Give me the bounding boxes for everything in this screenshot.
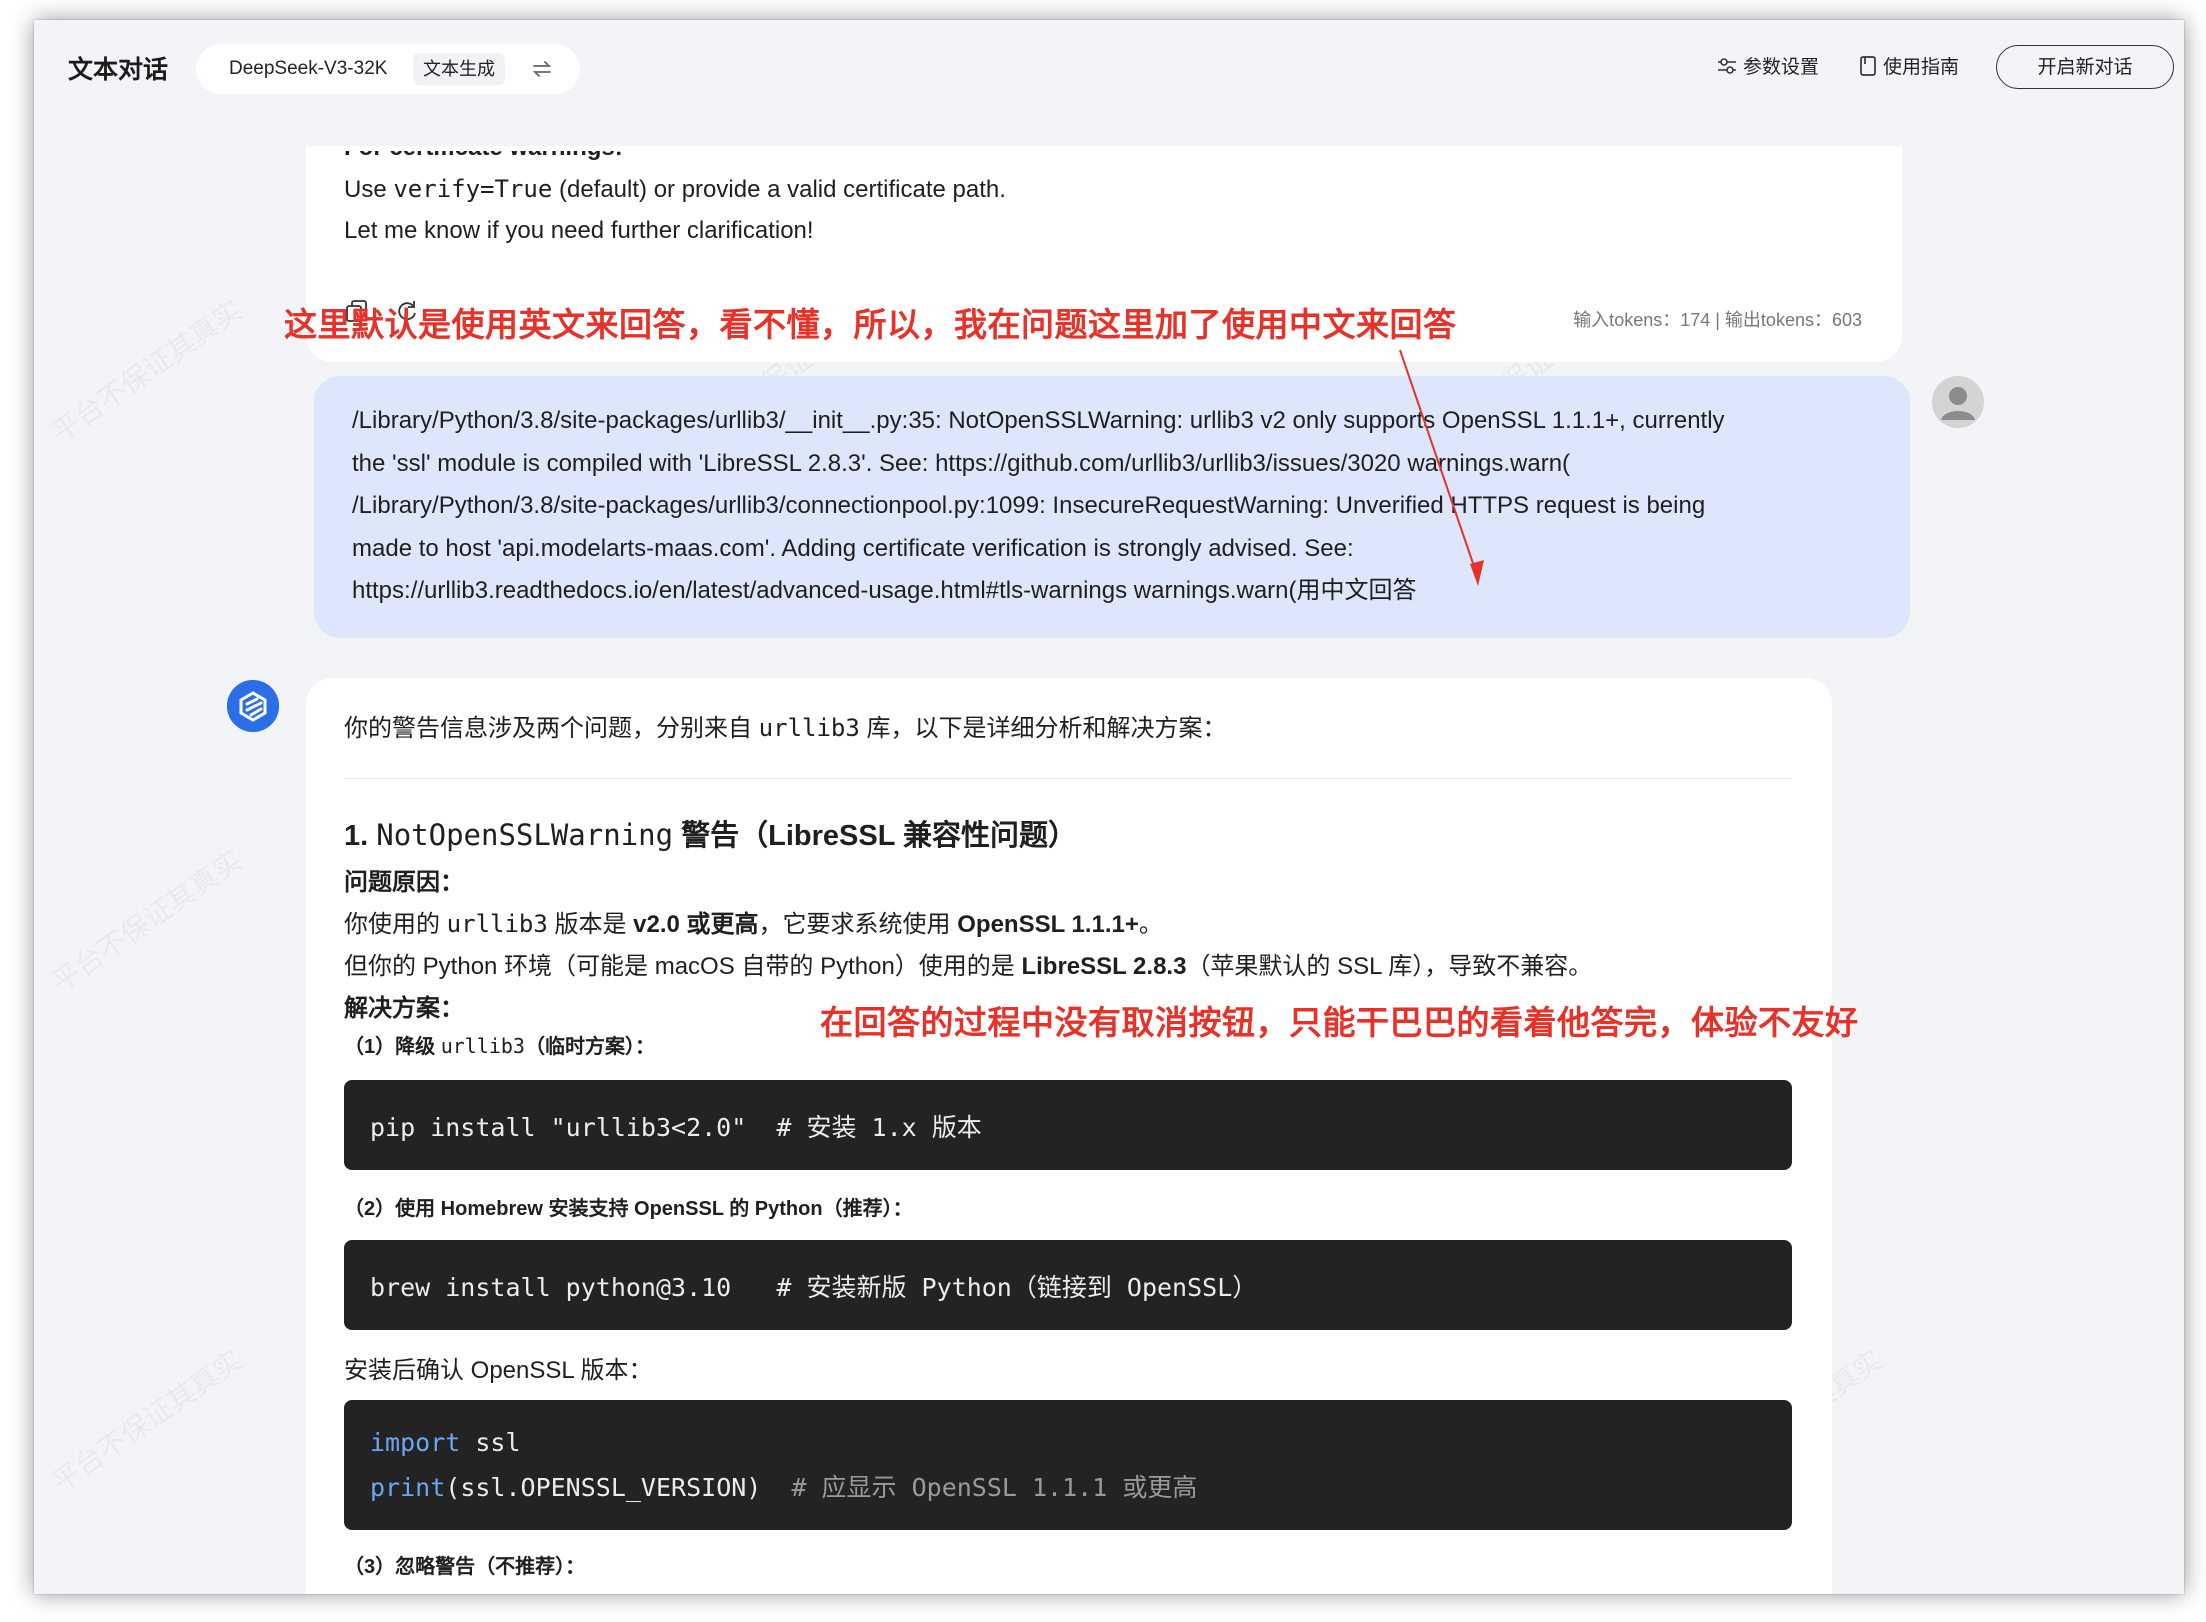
annotation-arrow bbox=[1399, 349, 1484, 586]
app-window: 平台不保证其真实 平台不保证其真实 平台不保证其真实 平台不保证其真实 平台不保… bbox=[34, 20, 2184, 1594]
